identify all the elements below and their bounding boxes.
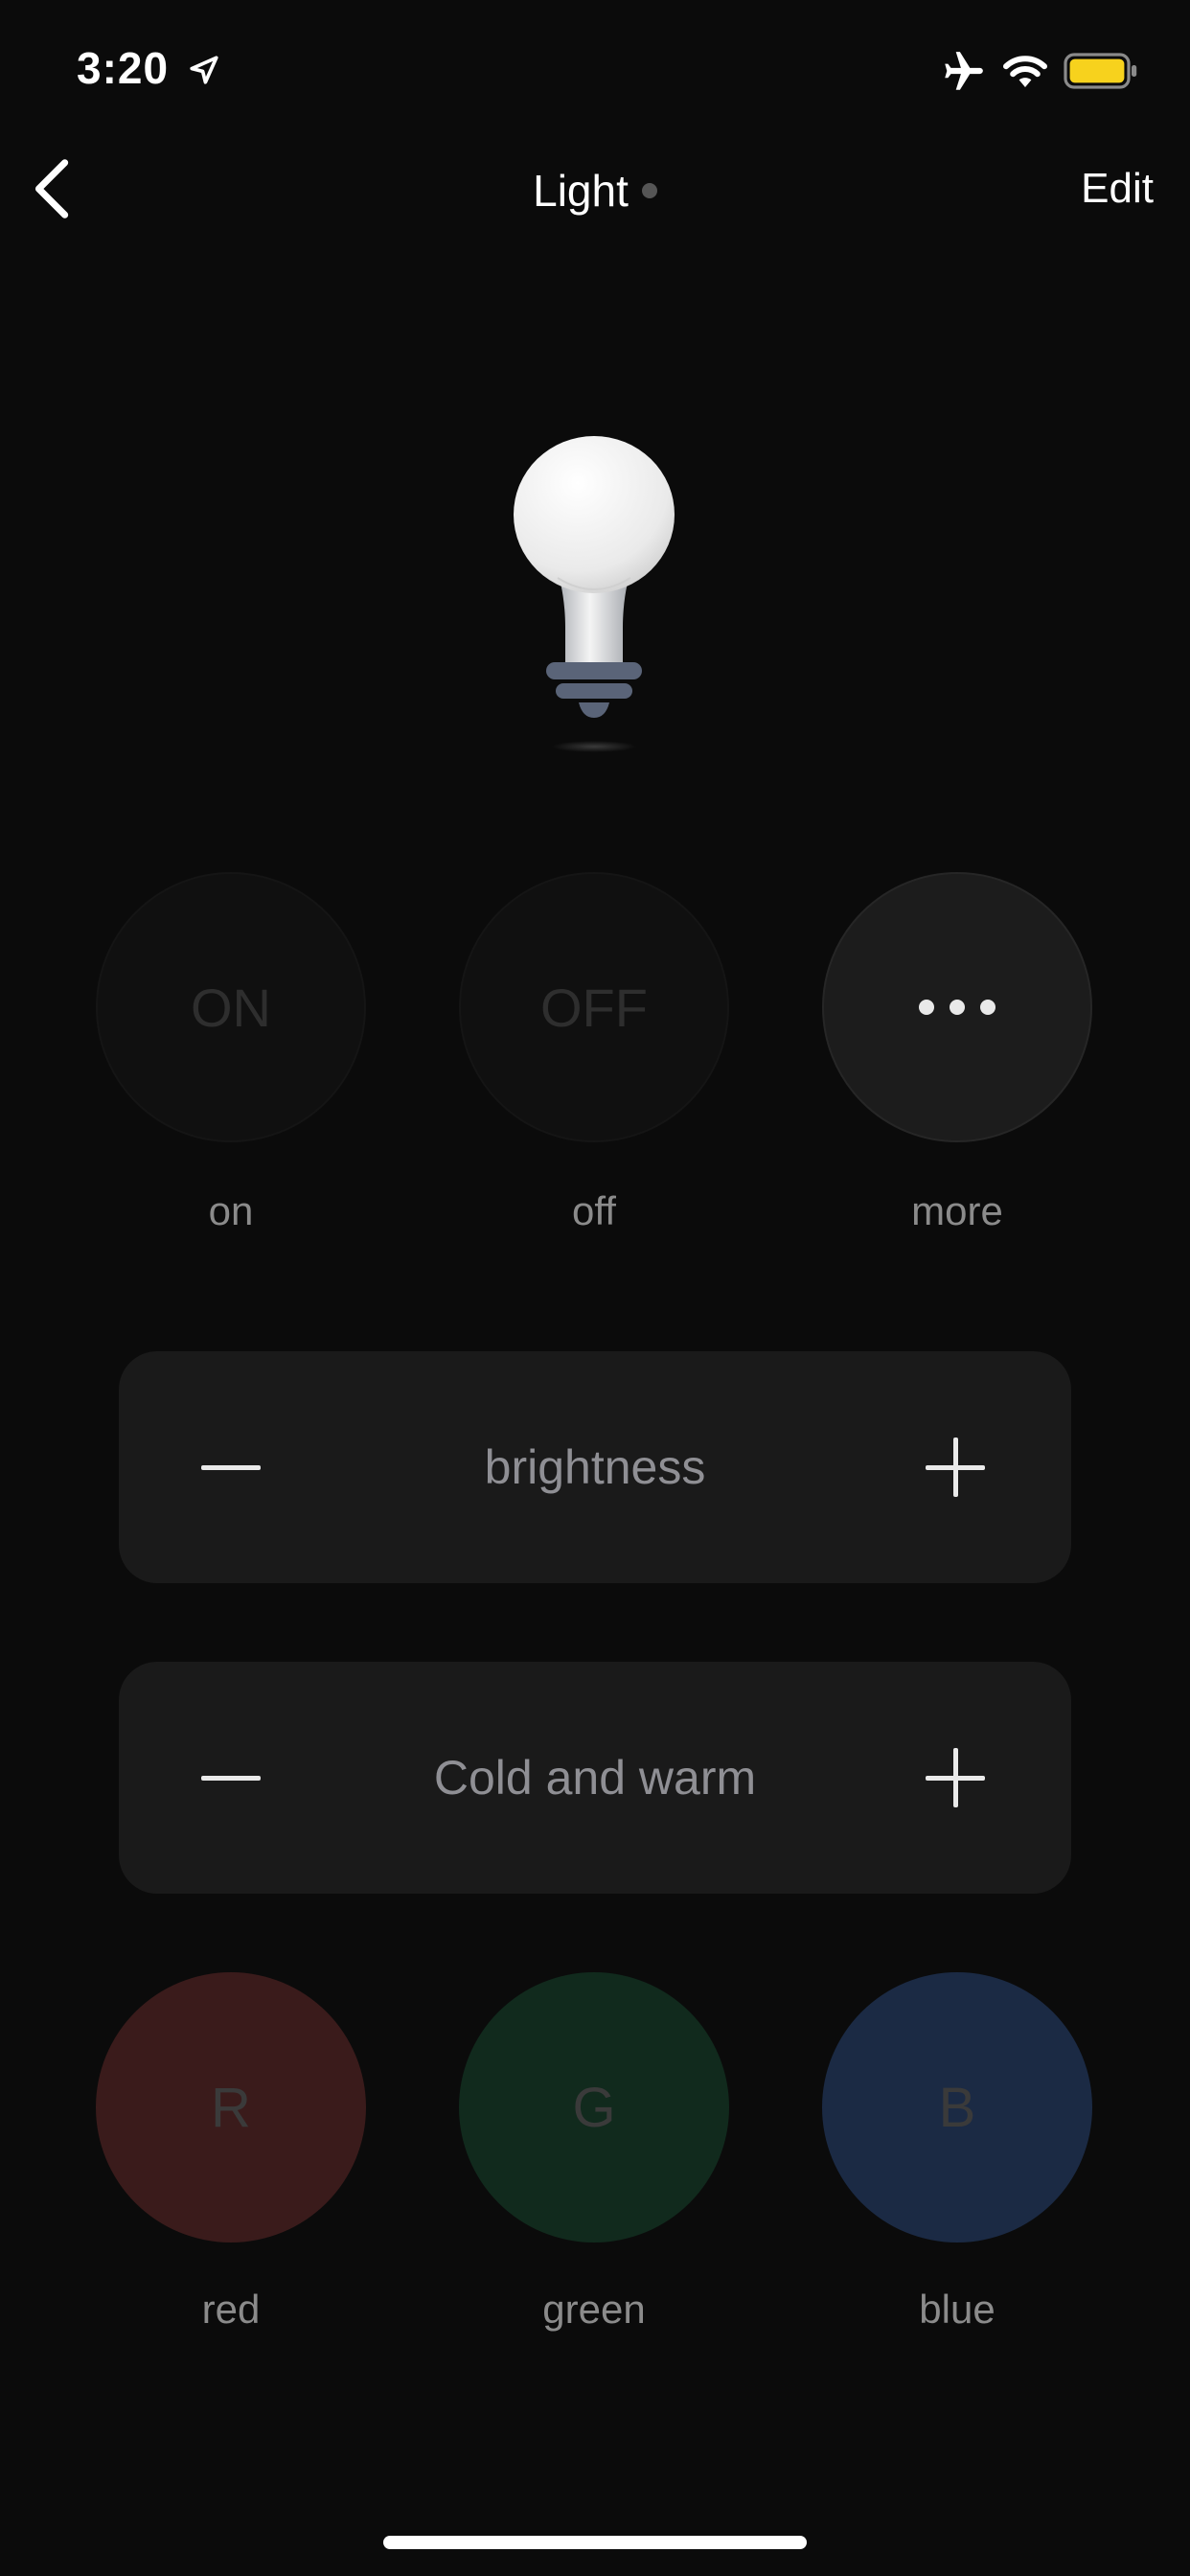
- light-device-screen: 3:20 Light Edit ON on OFF off more brigh…: [0, 0, 1190, 2576]
- off-caption: off: [572, 1188, 616, 1233]
- page-title: Light: [0, 161, 1190, 217]
- on-caption: on: [208, 1188, 254, 1233]
- on-button[interactable]: ON: [96, 872, 366, 1142]
- airplane-icon: [945, 52, 983, 90]
- blue-button-label: B: [938, 2076, 976, 2139]
- location-arrow-icon: [190, 56, 218, 84]
- page-title-text: Light: [533, 165, 629, 216]
- red-button-label: R: [211, 2076, 251, 2139]
- off-button[interactable]: OFF: [459, 872, 729, 1142]
- more-button[interactable]: [822, 872, 1092, 1142]
- color-temperature-panel: Cold and warm: [119, 1662, 1071, 1894]
- edit-button[interactable]: Edit: [1081, 165, 1154, 213]
- on-button-label: ON: [191, 977, 271, 1038]
- connection-status-dot: [641, 182, 657, 198]
- wifi-icon: [1003, 56, 1047, 87]
- green-caption: green: [542, 2287, 646, 2332]
- status-time: 3:20: [77, 43, 170, 93]
- battery-icon: [1064, 53, 1137, 89]
- brightness-panel: brightness: [119, 1351, 1071, 1583]
- brightness-increase-button[interactable]: [926, 1438, 985, 1497]
- off-button-label: OFF: [540, 977, 648, 1038]
- home-indicator[interactable]: [383, 2536, 807, 2549]
- green-button[interactable]: G: [459, 1972, 729, 2242]
- more-caption: more: [911, 1188, 1003, 1233]
- light-bulb-icon: [514, 436, 675, 752]
- color-temp-increase-button[interactable]: [926, 1748, 985, 1807]
- blue-button[interactable]: B: [822, 1972, 1092, 2242]
- green-button-label: G: [572, 2076, 616, 2139]
- red-caption: red: [201, 2287, 261, 2332]
- more-dots-icon: [919, 1000, 995, 1015]
- blue-caption: blue: [919, 2287, 995, 2332]
- red-button[interactable]: R: [96, 1972, 366, 2242]
